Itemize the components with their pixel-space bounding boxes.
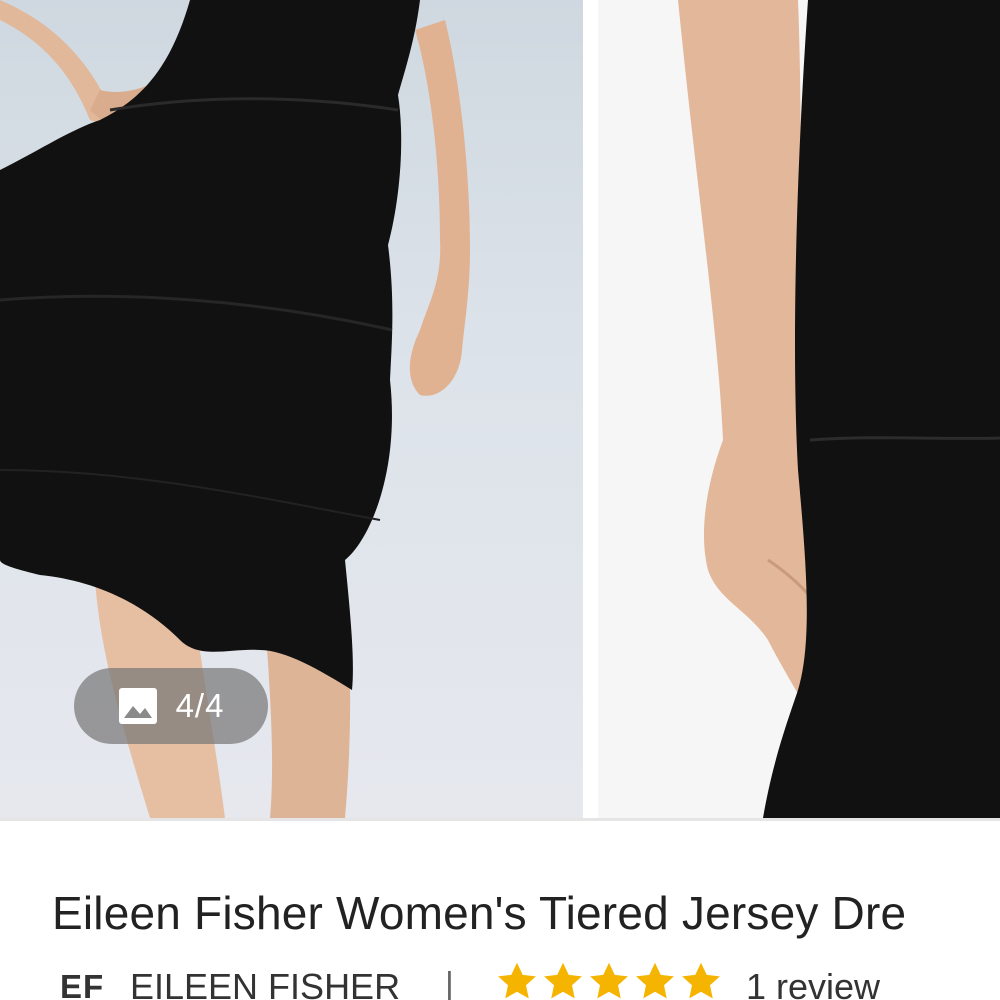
- star-icon: [498, 962, 536, 999]
- brand-name-link[interactable]: EILEEN FISHER: [130, 966, 400, 1000]
- product-photo-detail[interactable]: [598, 0, 1000, 818]
- product-title: Eileen Fisher Women's Tiered Jersey Dre: [52, 887, 907, 939]
- image-counter-text: 4/4: [175, 687, 225, 724]
- image-gallery[interactable]: 4/4: [0, 0, 1000, 818]
- product-meta-row: EF EILEEN FISHER | 1 review: [60, 960, 1000, 1000]
- review-count-link[interactable]: 1 review: [746, 966, 880, 1000]
- star-icon: [544, 962, 582, 999]
- star-icon: [590, 962, 628, 999]
- meta-separator: |: [445, 966, 454, 1000]
- gallery-gap: [583, 0, 598, 818]
- star-icon: [636, 962, 674, 999]
- image-counter-badge[interactable]: 4/4: [74, 668, 268, 744]
- image-icon: [118, 688, 157, 724]
- brand-logo[interactable]: EF: [60, 968, 104, 1000]
- star-rating[interactable]: [495, 960, 723, 1000]
- star-icon: [682, 962, 720, 999]
- dress-detail-image: [678, 0, 1000, 818]
- section-divider: [0, 818, 1000, 821]
